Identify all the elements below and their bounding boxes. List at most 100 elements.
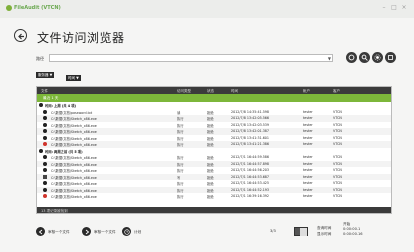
- cell-file: C:\数据\文档\Sketch_x86.exe: [51, 136, 97, 141]
- status-sub-label: 显示时间: [317, 232, 332, 236]
- cell-time: 2012/7/8 13:42:01.387: [231, 129, 270, 134]
- table-row[interactable]: C:\数据\文档\Sketch_x86.exe 执行 拒绝 2012/7/1 16:3…: [37, 193, 391, 200]
- record-count: 13 项记录被找到: [41, 209, 68, 213]
- column-header-file[interactable]: 文件: [41, 89, 48, 94]
- cell-account: tester: [303, 142, 313, 147]
- user-icon: [43, 109, 47, 114]
- refresh-icon: [348, 54, 355, 61]
- table-footer: 13 项记录被找到: [37, 207, 391, 213]
- app-title: FileAudit (VTCN): [14, 5, 61, 11]
- cell-time: 2012/7/8 14:35:41.598: [231, 109, 270, 114]
- cell-status: 拒绝: [207, 195, 214, 200]
- column-header-time[interactable]: 时间: [231, 89, 238, 94]
- cell-time: 2012/7/8 13:41:31.601: [231, 135, 270, 140]
- app-window: FileAudit (VTCN) – □ × 文件访问浏览器 路径 ▼ 服务器 …: [0, 0, 414, 252]
- column-header-status[interactable]: 状态: [207, 89, 214, 94]
- cell-status: 拒绝: [207, 182, 214, 187]
- end-value: 0:00:00.16: [343, 232, 363, 236]
- close-button[interactable]: ×: [400, 4, 408, 11]
- cell-file: C:\数据\文档\Sketch_x86.exe: [51, 156, 97, 161]
- user-icon: [43, 168, 47, 173]
- group-tag-server[interactable]: 服务器 ▼: [36, 72, 55, 78]
- collapse-icon[interactable]: [39, 103, 43, 108]
- cell-status: 拒绝: [207, 162, 214, 167]
- next-file-button[interactable]: [82, 227, 91, 236]
- cell-client: VTCN: [333, 187, 342, 192]
- next-file-label: 审核一个文件: [94, 230, 116, 234]
- view-toggle[interactable]: [294, 227, 308, 236]
- cell-status: 拒绝: [207, 156, 214, 161]
- cell-type: 执行: [177, 188, 184, 193]
- group-label: 时间: 两周之前 (共 5 项): [45, 149, 83, 154]
- cell-status: 拒绝: [207, 130, 214, 135]
- arrow-right-icon: [85, 229, 89, 234]
- user-icon: [43, 161, 47, 166]
- cell-account: tester: [303, 181, 313, 186]
- cell-account: tester: [303, 122, 313, 127]
- cell-type: 执行: [177, 136, 184, 141]
- cell-time: 2012/7/1 16:44:53.425: [231, 181, 270, 186]
- edit-icon: [43, 174, 47, 179]
- prev-file-button[interactable]: [36, 227, 45, 236]
- user-icon: [43, 181, 47, 186]
- group-label: 时间: 上周 (共 4 项): [45, 104, 76, 109]
- filter-label: 路径: [36, 56, 44, 61]
- cell-client: VTCN: [333, 109, 342, 114]
- events-table: 文件 访问类型 状态 时间 帐户 客户 最近 1 天 时间: 上周 (共 4 项…: [36, 86, 392, 214]
- cell-status: 拒绝: [207, 136, 214, 141]
- cell-type: 写: [177, 175, 181, 180]
- search-button[interactable]: [359, 52, 370, 63]
- cell-type: 执行: [177, 195, 184, 200]
- user-icon: [43, 187, 47, 192]
- page-title: 文件访问浏览器: [37, 31, 125, 45]
- back-arrow-icon: [18, 33, 24, 40]
- cell-client: VTCN: [333, 155, 342, 160]
- path-filter-input[interactable]: ▼: [49, 54, 333, 62]
- chevron-down-icon: ▼: [327, 56, 331, 61]
- user-icon: [43, 155, 47, 160]
- settings-icon: [374, 54, 381, 61]
- schedule-button[interactable]: [122, 227, 131, 236]
- settings-button[interactable]: [372, 52, 383, 63]
- group-tag-time[interactable]: 时间 ▼: [66, 75, 81, 81]
- refresh-button[interactable]: [346, 52, 357, 63]
- cell-time: 2012/7/1 16:44:57.898: [231, 161, 270, 166]
- app-logo-icon: [6, 5, 12, 11]
- cell-file: C:\数据\文档\Sketch_x86.exe: [51, 123, 97, 128]
- cell-account: tester: [303, 135, 313, 140]
- minimize-button[interactable]: –: [380, 4, 388, 11]
- maximize-button[interactable]: □: [390, 4, 398, 11]
- column-header-account[interactable]: 帐户: [303, 89, 310, 94]
- cell-time: 2012/7/1 16:39:16.392: [231, 194, 270, 199]
- cell-client: VTCN: [333, 129, 342, 134]
- export-button[interactable]: [385, 52, 396, 63]
- cell-time: 2012/7/8 13:42:05.566: [231, 116, 270, 121]
- cell-type: 执行: [177, 182, 184, 187]
- cell-status: 拒绝: [207, 169, 214, 174]
- column-header-type[interactable]: 访问类型: [177, 89, 191, 94]
- summary-label: 最近 1 天: [43, 96, 59, 100]
- export-icon: [388, 55, 393, 60]
- cell-file: C:\数据\文档\password.txt: [51, 110, 93, 115]
- cell-status: 拒绝: [207, 117, 214, 122]
- cell-file: C:\数据\文档\Sketch_x86.exe: [51, 188, 97, 193]
- cell-file: C:\数据\文档\Sketch_x86.exe: [51, 130, 97, 135]
- cell-file: C:\数据\文档\Sketch_x86.exe: [51, 175, 97, 180]
- collapse-icon[interactable]: [39, 148, 43, 153]
- cell-client: VTCN: [333, 181, 342, 186]
- back-button[interactable]: [14, 29, 27, 42]
- title-bar: FileAudit (VTCN) – □ ×: [0, 0, 414, 18]
- search-icon: [361, 54, 368, 61]
- status-label: 查询时间: [317, 226, 332, 230]
- cell-account: tester: [303, 116, 313, 121]
- alert-icon: [43, 135, 47, 140]
- cell-account: tester: [303, 129, 313, 134]
- cell-type: 执行: [177, 162, 184, 167]
- cell-type: 执行: [177, 169, 184, 174]
- cell-client: VTCN: [333, 142, 342, 147]
- cell-account: tester: [303, 168, 313, 173]
- cell-client: VTCN: [333, 174, 342, 179]
- column-header-client[interactable]: 客户: [333, 89, 340, 94]
- cell-client: VTCN: [333, 194, 342, 199]
- cell-status: 拒绝: [207, 110, 214, 115]
